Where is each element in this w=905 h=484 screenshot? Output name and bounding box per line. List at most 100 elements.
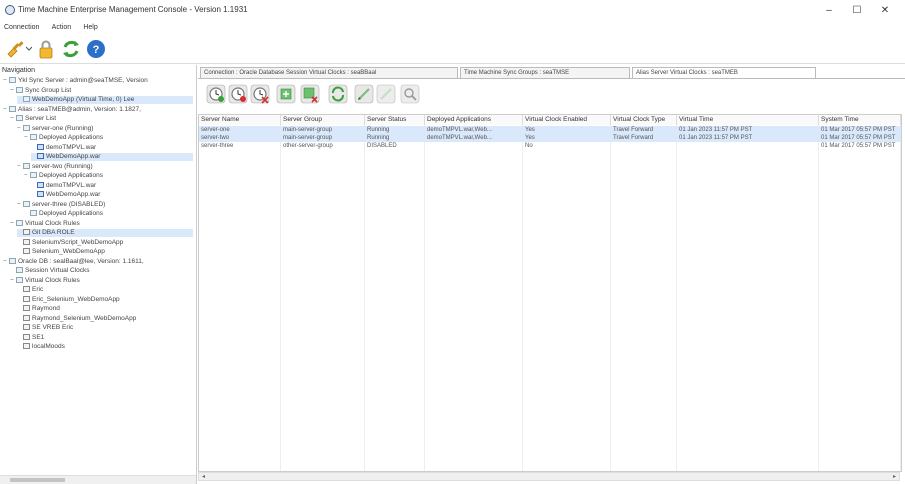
folder-icon (16, 267, 23, 274)
maximize-button[interactable]: ☐ (846, 3, 868, 19)
column-gridline (364, 125, 365, 471)
app-icon (37, 191, 44, 198)
tree-node[interactable]: − Virtual Clock Rules (10, 277, 193, 285)
tree-node[interactable]: Git DBA ROLE (17, 229, 193, 237)
column-header[interactable]: Server Group (281, 115, 365, 125)
tree-node[interactable]: Session Virtual Clocks (10, 267, 193, 275)
table-row[interactable]: server-two main-server-group Running demoTM… (199, 134, 901, 142)
clock-icon (23, 248, 30, 255)
table-cell: Yes (525, 127, 535, 133)
tree-node[interactable]: demoTMPVL.war (31, 144, 193, 152)
column-gridline (676, 125, 677, 471)
tree-node[interactable]: WebDemoApp.war (31, 191, 193, 199)
add-rule-icon[interactable] (276, 84, 296, 104)
column-header[interactable]: System Time (819, 115, 901, 125)
table-horizontal-scrollbar[interactable]: ◂ ▸ (198, 472, 900, 481)
tab-2[interactable]: Alias Server Virtual Clocks : seaTMEB (632, 67, 816, 78)
navigation-scrollbar[interactable] (0, 475, 196, 484)
tree-node-label: Raymond (32, 305, 60, 312)
column-header[interactable]: Virtual Clock Type (611, 115, 677, 125)
scrollbar-thumb[interactable] (10, 478, 65, 482)
tree-node[interactable]: − server-two (Running) (17, 163, 193, 171)
close-button[interactable]: ✕ (874, 3, 896, 19)
column-header[interactable]: Virtual Clock Enabled (523, 115, 611, 125)
lock-icon[interactable] (35, 38, 57, 60)
refresh-icon[interactable] (60, 38, 82, 60)
table-row[interactable]: server-one main-server-group Running demoTM… (199, 126, 901, 134)
tree-node[interactable]: Deployed Applications (24, 210, 193, 218)
tree-node-label: Alias : seaTMEB@admin, Version: 1.1827, (18, 105, 141, 113)
tree-node-label: Eric (32, 286, 44, 293)
tree-node[interactable]: SE1 (17, 334, 193, 342)
table-row[interactable]: server-three other-server-group DISABLED No… (199, 142, 901, 150)
edit-disabled-icon[interactable] (376, 84, 396, 104)
connect-plug-icon[interactable] (4, 38, 26, 60)
server-clock-table: Server Name Server Group Server Status Depl… (198, 114, 902, 472)
delete-rule-icon[interactable] (300, 84, 320, 104)
table-cell: Yes (525, 135, 535, 141)
tab-1[interactable]: Time Machine Sync Groups : seaTMSE (460, 67, 630, 78)
column-header[interactable]: Deployed Applications (425, 115, 523, 125)
tree-node[interactable]: Eric_Selenium_WebDemoApp (17, 296, 193, 304)
tree-node[interactable]: localMoods (17, 343, 193, 351)
tree-node[interactable]: Raymond (17, 305, 193, 313)
tree-node-label: server-two (Running) (32, 162, 93, 170)
tree-node[interactable]: − Virtual Clock Rules (10, 220, 193, 228)
tree-node[interactable]: − server-three (DISABLED) (17, 201, 193, 209)
tab-0[interactable]: Connection : Oracle Database Session Vir… (200, 67, 458, 78)
tree-node[interactable]: Selenium_WebDemoApp (17, 248, 193, 256)
menu-bar: Connection Action Help (0, 22, 905, 34)
scroll-right-icon[interactable]: ▸ (893, 473, 896, 481)
server-icon (23, 162, 30, 169)
tree-node[interactable]: Raymond_Selenium_WebDemoApp (17, 315, 193, 323)
minimize-button[interactable]: – (818, 3, 840, 19)
column-header[interactable]: Server Status (365, 115, 425, 125)
tree-node-label: Ykl Sync Server : admin@seaTMSE, Version (18, 77, 148, 84)
folder-icon (16, 276, 23, 283)
tree-node[interactable]: SE VREB Eric (17, 324, 193, 332)
table-cell: 01 Mar 2017 05:57 PM PST (821, 135, 896, 141)
tree-node-label: server-three (DISABLED) (32, 200, 106, 208)
tree-node-label: demoTMPVL.war (46, 181, 97, 189)
column-header[interactable]: Virtual Time (677, 115, 819, 125)
tree-node[interactable]: − Ykl Sync Server : admin@seaTMSE, Versio… (3, 77, 193, 85)
tree-node[interactable]: Eric (17, 286, 193, 294)
edit-icon[interactable] (354, 84, 374, 104)
tree-node[interactable]: Selenium/Script_WebDemoApp (17, 239, 193, 247)
tree-node-label: Virtual Clock Rules (25, 219, 80, 227)
menu-action[interactable]: Action (52, 22, 71, 34)
app-icon (37, 143, 44, 150)
tree-node[interactable]: − Sync Group List (10, 87, 193, 95)
tree-node[interactable]: − Deployed Applications (24, 172, 193, 180)
column-gridline (522, 125, 523, 471)
tree-node[interactable]: − Deployed Applications (24, 134, 193, 142)
tree-node-label: WebDemoApp (Virtual Time, 0) Lee (32, 96, 135, 103)
help-icon[interactable]: ? (85, 38, 107, 60)
tree-node[interactable]: − Oracle DB : sealBaal@lee, Version: 1.16… (3, 258, 193, 266)
scroll-left-icon[interactable]: ◂ (202, 473, 205, 481)
tree-node[interactable]: demoTMPVL.war (31, 182, 193, 190)
app-clock-icon (5, 5, 15, 15)
chevron-down-icon[interactable] (26, 46, 32, 52)
menu-connection[interactable]: Connection (4, 22, 39, 34)
start-clock-icon[interactable] (206, 84, 226, 104)
search-icon[interactable] (400, 84, 420, 104)
tree-node-label: Server List (25, 115, 57, 122)
server-icon (9, 105, 16, 112)
clock-icon (23, 305, 30, 312)
column-header[interactable]: Server Name (199, 115, 281, 125)
tree-node[interactable]: − server-one (Running) (17, 125, 193, 133)
stop-clock-icon[interactable] (228, 84, 248, 104)
tree-node[interactable]: WebDemoApp.war (31, 153, 193, 161)
tree-node-label: Selenium_WebDemoApp (32, 248, 105, 255)
navigation-header: Navigation (2, 67, 36, 74)
table-cell: demoTMPVL.war,Web... (427, 127, 492, 133)
tree-node[interactable]: − Server List (10, 115, 193, 123)
tree-node-label: Deployed Applications (39, 134, 103, 141)
reset-clock-icon[interactable] (250, 84, 270, 104)
tree-node[interactable]: WebDemoApp (Virtual Time, 0) Lee (17, 96, 193, 104)
tree-node[interactable]: − Alias : seaTMEB@admin, Version: 1.1827, (3, 106, 193, 114)
svg-text:?: ? (93, 44, 100, 56)
menu-help[interactable]: Help (83, 22, 97, 34)
sync-icon[interactable] (328, 84, 348, 104)
